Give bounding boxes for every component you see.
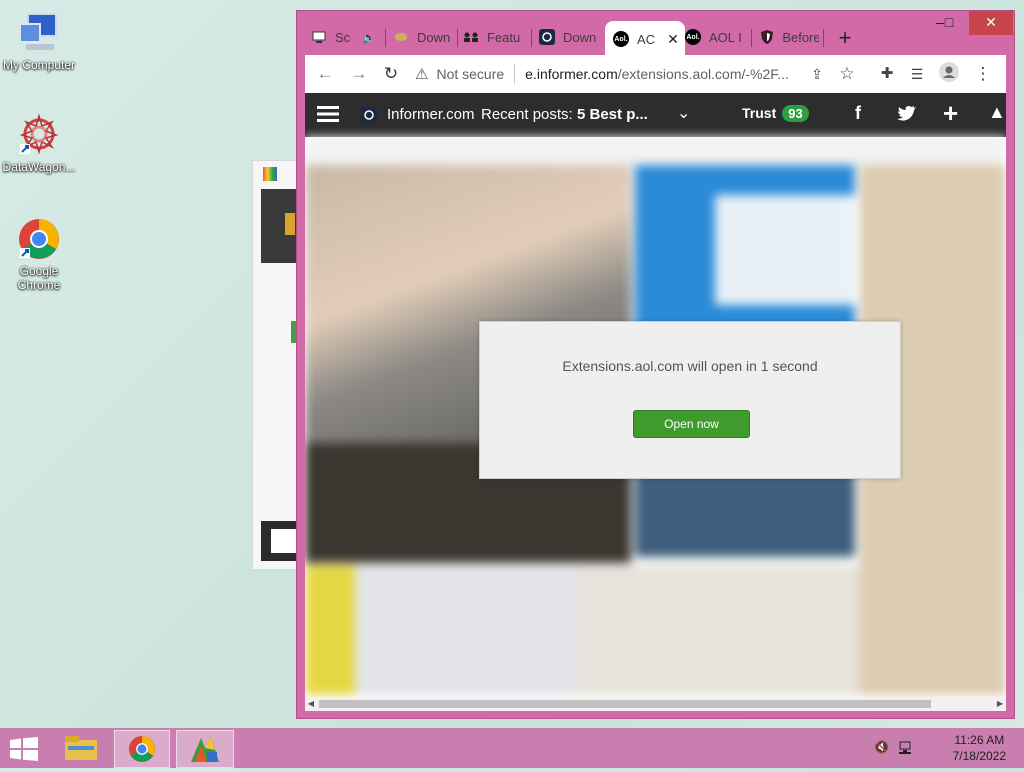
horizontal-scrollbar[interactable]: ◀ ▶ <box>305 697 1006 711</box>
scroll-left-arrow-icon[interactable]: ◀ <box>305 697 317 711</box>
facebook-icon[interactable]: f <box>855 103 861 124</box>
hamburger-menu-icon[interactable] <box>317 104 339 128</box>
page-viewport: Informer.com Recent posts: 5 Best p... ⌄… <box>305 93 1006 697</box>
volume-muted-icon[interactable]: 🔇 <box>874 740 890 756</box>
folder-icon <box>65 736 97 760</box>
avg-icon <box>263 167 277 181</box>
tab-title: AOL I <box>709 29 742 45</box>
menu-kebab-icon[interactable]: ⋮ <box>971 62 995 86</box>
tab-6[interactable]: Aol. AOL I <box>685 21 747 53</box>
chrome-icon <box>16 216 62 262</box>
tab-title: Down <box>417 29 451 45</box>
browser-window[interactable]: Sc 🔈 Down Featu Down Aol. AC ✕ Aol. AOL … <box>296 10 1015 719</box>
bookmark-star-icon[interactable]: ☆ <box>835 62 859 86</box>
site-brand[interactable]: Informer.com <box>387 106 475 123</box>
site-navbar: Informer.com Recent posts: 5 Best p... ⌄… <box>305 93 1006 137</box>
group-icon <box>463 29 479 45</box>
profile-icon[interactable] <box>937 62 961 86</box>
tab-2[interactable]: Down <box>393 21 453 53</box>
tab-5-active[interactable]: Aol. AC ✕ <box>605 21 685 57</box>
redirect-message: Extensions.aol.com will open in 1 second <box>562 358 818 374</box>
url-host: e.informer.com <box>525 66 618 82</box>
url-path: /extensions.aol.com/-%2F... <box>617 66 789 82</box>
recent-post-title[interactable]: 5 Best p... <box>577 106 648 123</box>
trust-rating: Trust 93 <box>742 105 809 122</box>
tab-7[interactable]: Before <box>759 21 819 53</box>
informer-logo-icon <box>361 107 377 123</box>
trust-score-badge: 93 <box>782 105 809 122</box>
taskbar: 🔇 11:26 AM 7/18/2022 <box>0 728 1024 768</box>
tab-title: Down <box>563 29 597 45</box>
scroll-right-arrow-icon[interactable]: ▶ <box>994 697 1006 711</box>
alert-icon[interactable]: ▲ <box>988 102 1006 123</box>
scrollbar-thumb[interactable] <box>319 700 931 708</box>
trust-label: Trust <box>742 105 777 121</box>
start-button[interactable] <box>10 737 38 766</box>
maximize-button[interactable]: □ <box>929 11 969 35</box>
clock-date: 7/18/2022 <box>952 749 1006 763</box>
share-icon[interactable]: ⇪ <box>805 62 829 86</box>
tab-4[interactable]: Down <box>539 21 599 53</box>
recent-posts-label: Recent posts: <box>481 106 573 123</box>
tab-title: Featu <box>487 29 521 45</box>
close-tab-icon[interactable]: ✕ <box>667 31 679 48</box>
tab-strip: Sc 🔈 Down Featu Down Aol. AC ✕ Aol. AOL … <box>301 21 1010 57</box>
tab-title: Sc <box>335 29 351 45</box>
forward-icon[interactable]: → <box>347 62 371 86</box>
new-tab-button[interactable]: + <box>831 25 859 51</box>
plus-icon[interactable]: + <box>943 98 958 129</box>
chevron-down-icon[interactable]: ⌄ <box>677 103 690 123</box>
speaker-icon: 🔈 <box>362 31 376 44</box>
network-icon[interactable] <box>898 740 914 756</box>
desktop-icon-google-chrome[interactable]: Google Chrome <box>0 216 78 292</box>
download-icon <box>393 29 409 45</box>
search-logo-icon <box>539 29 555 45</box>
desktop-icon-label: DataWagon... <box>2 160 76 174</box>
datawagon-icon <box>16 112 62 158</box>
warning-icon: ⚠ <box>415 66 429 83</box>
media-control-icon[interactable]: ☰ <box>905 62 929 86</box>
desktop-icon-label: Google Chrome <box>17 264 61 292</box>
tab-1[interactable]: Sc 🔈 <box>311 21 381 53</box>
taskbar-chrome[interactable] <box>114 730 170 768</box>
address-bar[interactable]: ⚠ Not secure e.informer.com/extensions.a… <box>415 59 845 89</box>
extensions-icon[interactable]: ✚ <box>875 62 899 86</box>
chrome-icon <box>128 735 156 763</box>
aol-icon: Aol. <box>613 31 629 47</box>
computer-icon <box>16 10 62 56</box>
tab-3[interactable]: Featu <box>463 21 527 53</box>
monitor-icon <box>311 29 327 45</box>
reload-icon[interactable]: ↻ <box>379 62 403 86</box>
back-icon[interactable]: ← <box>313 62 337 86</box>
browser-toolbar: ← → ↻ ⚠ Not secure e.informer.com/extens… <box>305 55 1006 93</box>
system-clock[interactable]: 11:26 AM 7/18/2022 <box>953 732 1006 764</box>
tab-title: Before <box>782 29 819 45</box>
security-label: Not secure <box>436 66 505 82</box>
desktop-icon-datawagon[interactable]: DataWagon... <box>0 112 78 174</box>
taskbar-avg[interactable] <box>176 730 234 768</box>
url-text: e.informer.com/extensions.aol.com/-%2F..… <box>525 66 789 82</box>
shield-icon <box>759 29 774 45</box>
tab-title: AC <box>637 31 656 47</box>
close-window-button[interactable]: ✕ <box>969 11 1013 35</box>
open-now-button[interactable]: Open now <box>633 410 750 438</box>
desktop-icon-my-computer[interactable]: My Computer <box>0 10 78 72</box>
aol-icon: Aol. <box>685 29 701 45</box>
redirect-dialog: Extensions.aol.com will open in 1 second… <box>479 321 901 479</box>
taskbar-file-explorer[interactable] <box>54 730 108 766</box>
clock-time: 11:26 AM <box>954 733 1005 747</box>
twitter-icon[interactable] <box>897 105 917 125</box>
desktop-icon-label: My Computer <box>2 58 76 72</box>
avg-icon <box>191 736 219 762</box>
